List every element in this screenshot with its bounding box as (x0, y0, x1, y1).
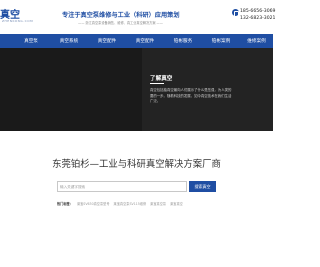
nav-item-repair-cases[interactable]: 维修案例 (240, 34, 273, 48)
search-button[interactable]: 搜索真空 (189, 181, 216, 192)
nav-item-systems[interactable]: 真空系统 (50, 34, 88, 48)
nav-item-parts[interactable]: 真空配件 (88, 34, 126, 48)
nav-item-pumps[interactable]: 真空泵 (12, 34, 50, 48)
banner-divider (150, 83, 164, 84)
slogan-subtitle: —— 浙江真空泵设备销售、维修、真工业真空解决方案 —— (78, 21, 163, 25)
nav-item-service[interactable]: 铂彬服务 (164, 34, 202, 48)
banner-desc-line: 广泛。 (150, 99, 161, 104)
hot-tag[interactable]: 莱宝SV630真空泵型号 (77, 201, 110, 206)
search-box (57, 181, 187, 192)
slogan-title: 专注于真空泵维修与工业（科研）应用策划 (62, 12, 180, 19)
page-title: 东莞铂杉—工业与科研真空解决方案厂商 (52, 159, 221, 170)
phone-number-2: 132-6823-3021 (240, 16, 276, 21)
banner-title: 了解真空 (150, 76, 173, 82)
phone-number-1: 185-6656-3069 (240, 9, 276, 14)
nav-item-0[interactable] (0, 34, 12, 48)
search-input[interactable] (60, 182, 184, 192)
logo-subtitle: ZHENKONG.COM (2, 19, 34, 23)
main-nav: 真空泵 真空系统 真空配件 真空配件 铂彬服务 铂彬案例 维修案例 (0, 34, 273, 48)
nav-item-cases[interactable]: 铂彬案例 (202, 34, 240, 48)
hot-tag[interactable]: 莱宝真空泵 (150, 201, 166, 206)
site-header: 真空 ZHENKONG.COM 专注于真空泵维修与工业（科研）应用策划 —— 浙… (0, 0, 276, 34)
hot-tags: 热门标签： 莱宝SV630真空泵型号 莱宝真空泵SV115维修 莱宝真空泵 莱宝… (57, 201, 183, 206)
hot-tag[interactable]: 莱宝真空 (170, 201, 183, 206)
nav-item-parts-2[interactable]: 真空配件 (126, 34, 164, 48)
hot-tags-label: 热门标签： (57, 202, 73, 206)
phone-icon (232, 9, 239, 17)
hot-tag[interactable]: 莱宝真空泵SV115维修 (114, 201, 147, 206)
banner-image (0, 48, 142, 131)
banner-description: 真空包括抽真空最向人们展示了什么是压强，为人类的 要的一步。随着科技的发展，如今… (150, 88, 272, 105)
